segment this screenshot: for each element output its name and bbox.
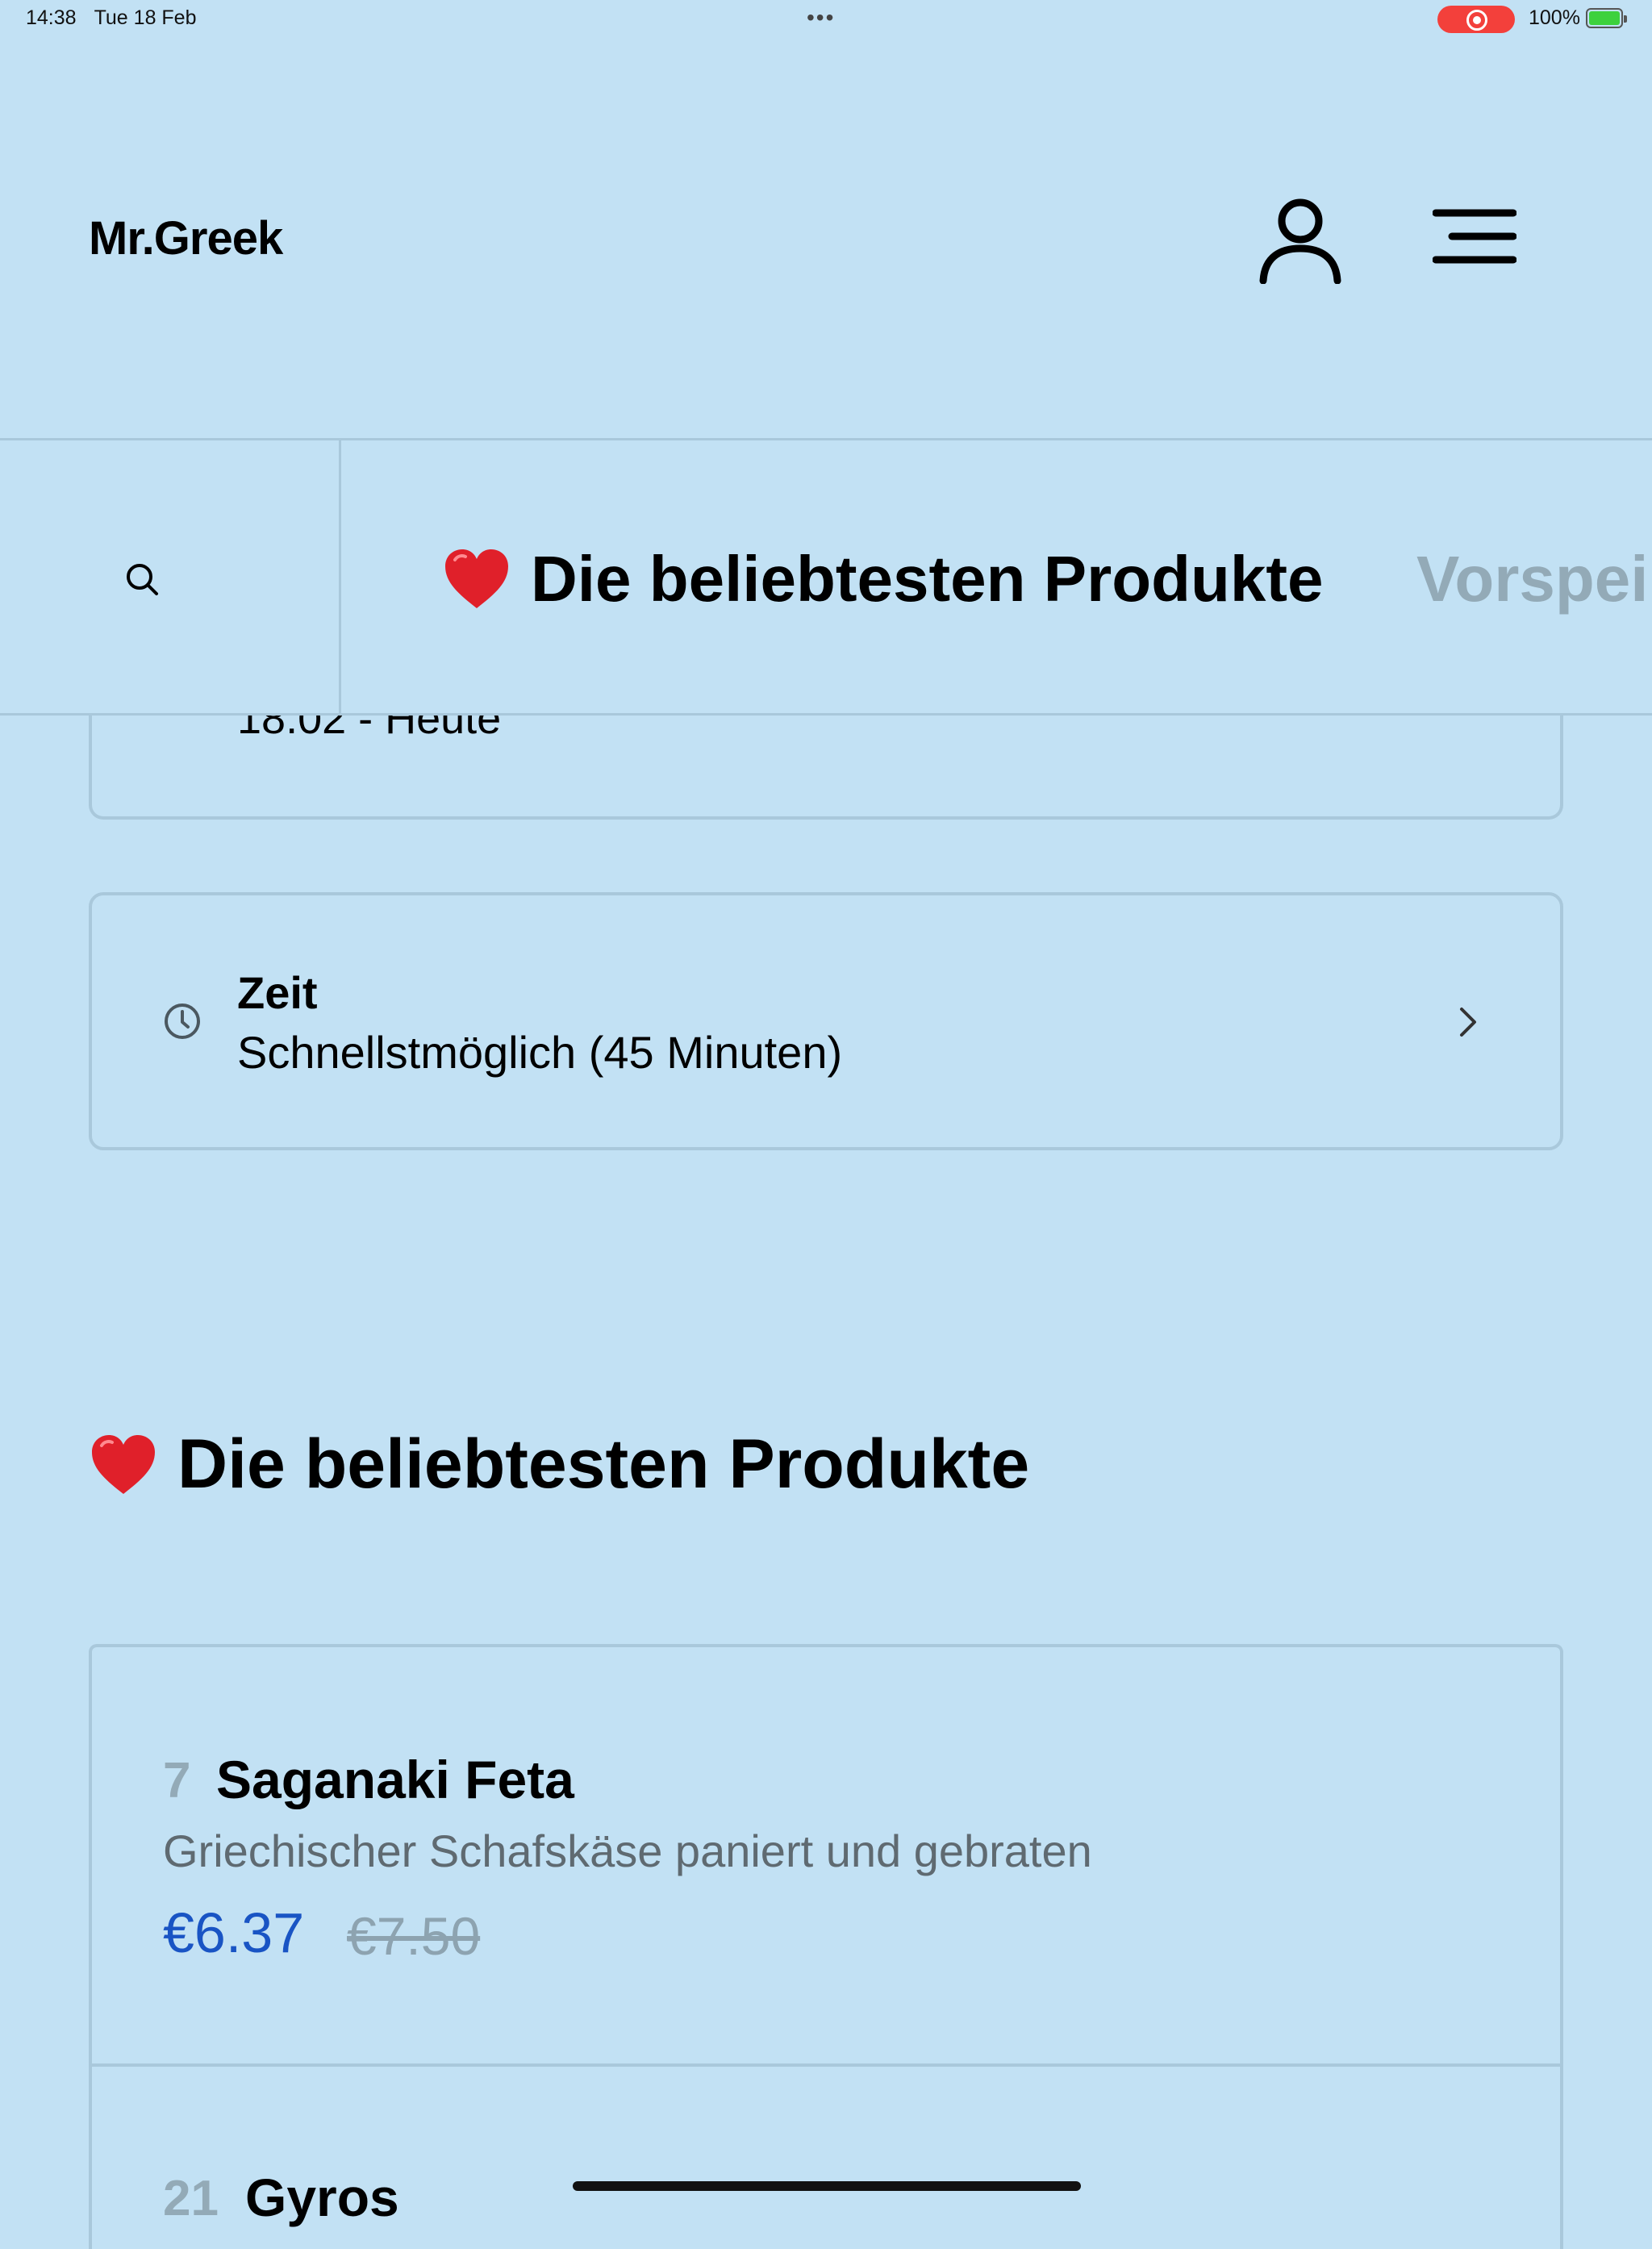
multitasking-dots-icon[interactable]: ••• — [807, 5, 835, 31]
battery-percentage: 100% — [1529, 6, 1580, 29]
section-title-popular: Die beliebtesten Produkte — [89, 1425, 1029, 1504]
search-button[interactable] — [0, 440, 341, 713]
product-divider — [89, 2063, 1563, 2067]
search-icon — [127, 564, 158, 595]
user-icon — [1259, 198, 1341, 285]
account-button[interactable] — [1258, 194, 1342, 285]
product-price: €6.37 — [163, 1901, 305, 1964]
product-list — [89, 1644, 1563, 2249]
chevron-right-icon — [1460, 1008, 1476, 1037]
clock-icon — [165, 1003, 200, 1039]
category-navigation-bar: Die beliebtesten Produkte Vorspei — [0, 438, 1652, 716]
category-tab-starters[interactable]: Vorspei — [1416, 542, 1649, 616]
screen-recording-indicator[interactable] — [1437, 6, 1515, 33]
delivery-time-title: Zeit — [237, 967, 318, 1018]
category-tab-popular-label: Die beliebtesten Produkte — [531, 543, 1324, 615]
section-title-label: Die beliebtesten Produkte — [177, 1425, 1030, 1503]
brand-logo[interactable]: Mr.Greek — [89, 211, 283, 265]
battery-icon — [1586, 8, 1627, 28]
heart-icon — [92, 1434, 155, 1494]
product-old-price: €7.50 — [347, 1906, 481, 1966]
category-tab-popular[interactable]: Die beliebtesten Produkte — [442, 542, 1323, 616]
status-time: 14:38 — [26, 6, 77, 29]
home-indicator[interactable] — [573, 2181, 1081, 2191]
product-description: Griechischer Schafskäse paniert und gebr… — [163, 1825, 1092, 1876]
product-number: 7 — [163, 1753, 191, 1809]
hamburger-menu-icon — [1432, 209, 1517, 264]
status-bar-left: 14:38 Tue 18 Feb — [26, 6, 197, 30]
product-name[interactable]: Saganaki Feta — [216, 1749, 574, 1810]
product-number: 21 — [163, 2171, 219, 2226]
delivery-time-value: Schnellstmöglich (45 Minuten) — [237, 1027, 843, 1078]
status-date: Tue 18 Feb — [94, 6, 197, 29]
heart-icon — [445, 549, 508, 608]
product-name[interactable]: Gyros — [245, 2167, 399, 2228]
menu-button[interactable] — [1432, 208, 1517, 265]
delivery-time-card[interactable] — [89, 892, 1563, 1150]
